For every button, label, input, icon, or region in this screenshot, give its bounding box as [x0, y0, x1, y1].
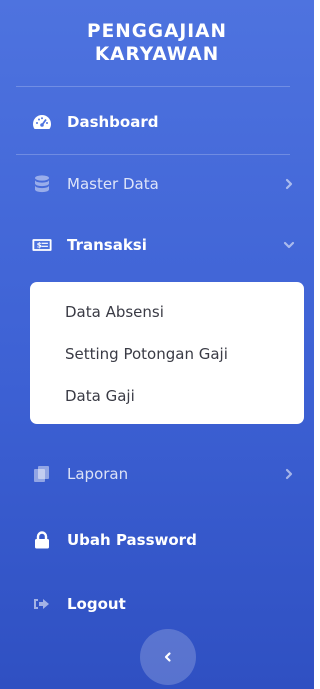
sidebar-item-master-data[interactable]: Master Data [0, 164, 314, 204]
brand-title[interactable]: PENGGAJIAN KARYAWAN [0, 20, 314, 66]
sidebar-item-label: Dashboard [67, 113, 159, 131]
chevron-right-icon [285, 178, 293, 190]
brand-line-2: KARYAWAN [94, 44, 220, 65]
sidebar-item-ubah-password[interactable]: Ubah Password [0, 520, 314, 560]
money-bill-icon: $ [32, 235, 52, 255]
chevron-left-icon [164, 652, 171, 662]
sign-out-icon [32, 594, 52, 614]
submenu-item-setting-potongan-gaji[interactable]: Setting Potongan Gaji [30, 336, 304, 378]
sidebar-item-label: Laporan [67, 465, 129, 483]
lock-icon [32, 530, 52, 550]
chevron-down-icon [283, 241, 295, 249]
transaksi-submenu: Data Absensi Setting Potongan Gaji Data … [30, 282, 304, 424]
sidebar-item-logout[interactable]: Logout [0, 584, 314, 624]
copy-icon [32, 464, 52, 484]
sidebar-item-transaksi[interactable]: $ Transaksi [0, 225, 314, 265]
sidebar-item-label: Ubah Password [67, 531, 197, 549]
sidebar-item-laporan[interactable]: Laporan [0, 454, 314, 494]
brand-line-1: PENGGAJIAN [87, 21, 227, 42]
sidebar-item-label: Transaksi [67, 236, 147, 254]
chevron-right-icon [285, 468, 293, 480]
sidebar-divider [16, 154, 290, 155]
tachometer-icon [32, 112, 52, 132]
sidebar-item-label: Logout [67, 595, 126, 613]
database-icon [32, 174, 52, 194]
svg-text:$: $ [37, 241, 42, 250]
sidebar-toggle-button[interactable] [140, 629, 196, 685]
sidebar: PENGGAJIAN KARYAWAN Dashboard Master Dat… [0, 0, 314, 689]
sidebar-item-dashboard[interactable]: Dashboard [0, 102, 314, 142]
submenu-item-data-gaji[interactable]: Data Gaji [30, 378, 304, 420]
submenu-item-data-absensi[interactable]: Data Absensi [30, 294, 304, 336]
sidebar-item-label: Master Data [67, 175, 159, 193]
sidebar-divider [16, 86, 290, 87]
